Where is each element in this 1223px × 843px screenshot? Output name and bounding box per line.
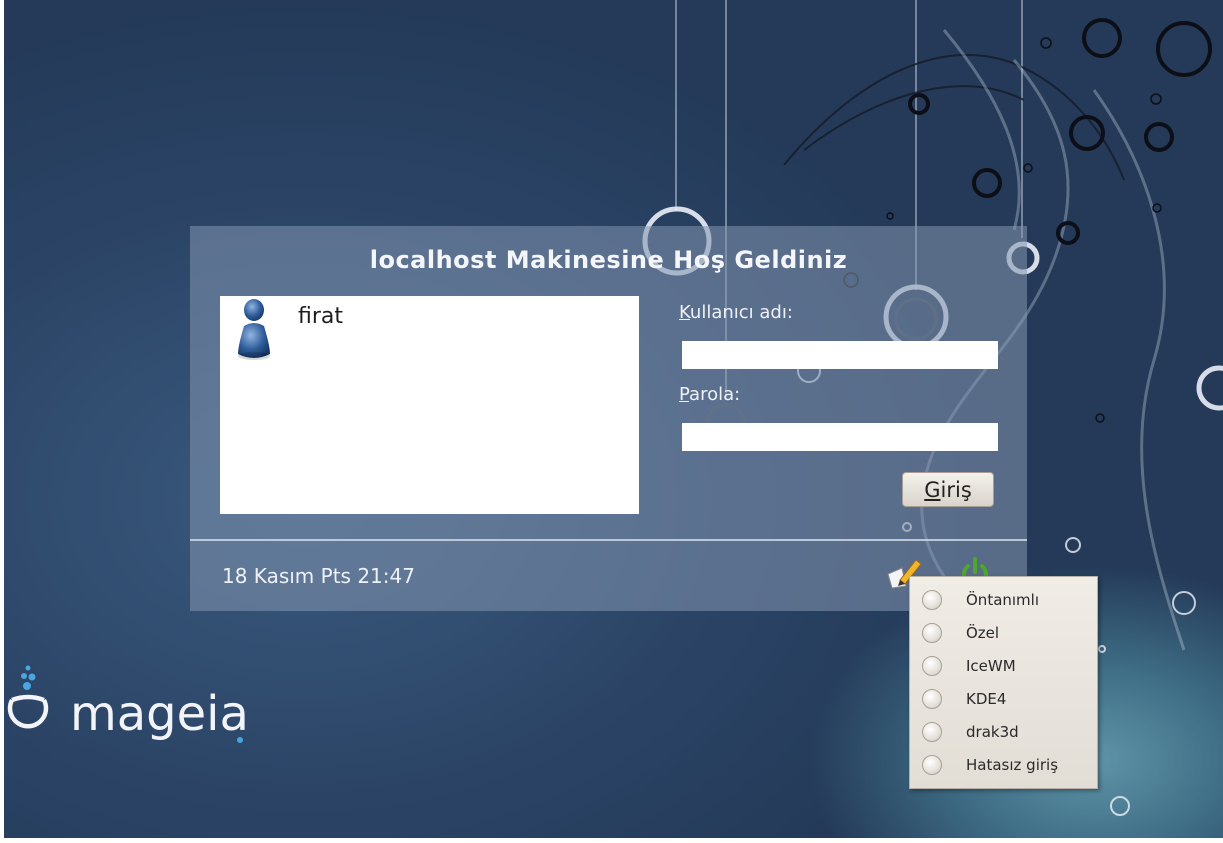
panel-divider: [190, 539, 1027, 541]
date-time: 18 Kasım Pts 21:47: [222, 564, 415, 588]
mageia-logo: mageia: [7, 665, 249, 743]
session-option-icewm[interactable]: IceWM: [910, 649, 1097, 682]
session-option-label: KDE4: [966, 689, 1007, 708]
radio-button[interactable]: [922, 622, 942, 643]
session-option-label: drak3d: [966, 722, 1019, 741]
radio-button[interactable]: [922, 688, 942, 709]
desktop-background: localhost Makinesine Hoş Geldiniz firat …: [4, 0, 1223, 838]
session-option-failsafe[interactable]: Hatasız giriş: [910, 748, 1097, 781]
session-menu: Öntanımlı Özel IceWM KDE4 drak3d Hatasız…: [909, 576, 1098, 789]
user-icon: [238, 299, 270, 360]
radio-button[interactable]: [922, 754, 942, 775]
username-input[interactable]: [682, 341, 998, 369]
user-list-item[interactable]: firat: [234, 296, 343, 366]
session-option-label: IceWM: [966, 656, 1016, 675]
mageia-logo-text: mageia: [70, 686, 249, 742]
radio-button[interactable]: [922, 589, 942, 610]
login-panel: localhost Makinesine Hoş Geldiniz firat …: [190, 226, 1027, 611]
user-name: firat: [298, 303, 344, 329]
password-input[interactable]: [682, 423, 998, 451]
password-label: Parola:: [679, 384, 741, 405]
username-label: Kullanıcı adı:: [679, 302, 793, 323]
radio-button[interactable]: [922, 655, 942, 676]
session-option-label: Hatasız giriş: [966, 755, 1059, 774]
session-option-label: Öntanımlı: [966, 590, 1040, 609]
mageia-logo-icon: [7, 665, 49, 729]
session-option-default[interactable]: Öntanımlı: [910, 583, 1097, 616]
panel-title: localhost Makinesine Hoş Geldiniz: [369, 246, 848, 274]
session-option-kde4[interactable]: KDE4: [910, 682, 1097, 715]
session-option-custom[interactable]: Özel: [910, 616, 1097, 649]
login-button[interactable]: Giriş: [902, 472, 994, 507]
session-option-label: Özel: [966, 623, 1000, 642]
radio-button[interactable]: [922, 721, 942, 742]
user-list[interactable]: firat: [220, 296, 639, 514]
session-option-drak3d[interactable]: drak3d: [910, 715, 1097, 748]
